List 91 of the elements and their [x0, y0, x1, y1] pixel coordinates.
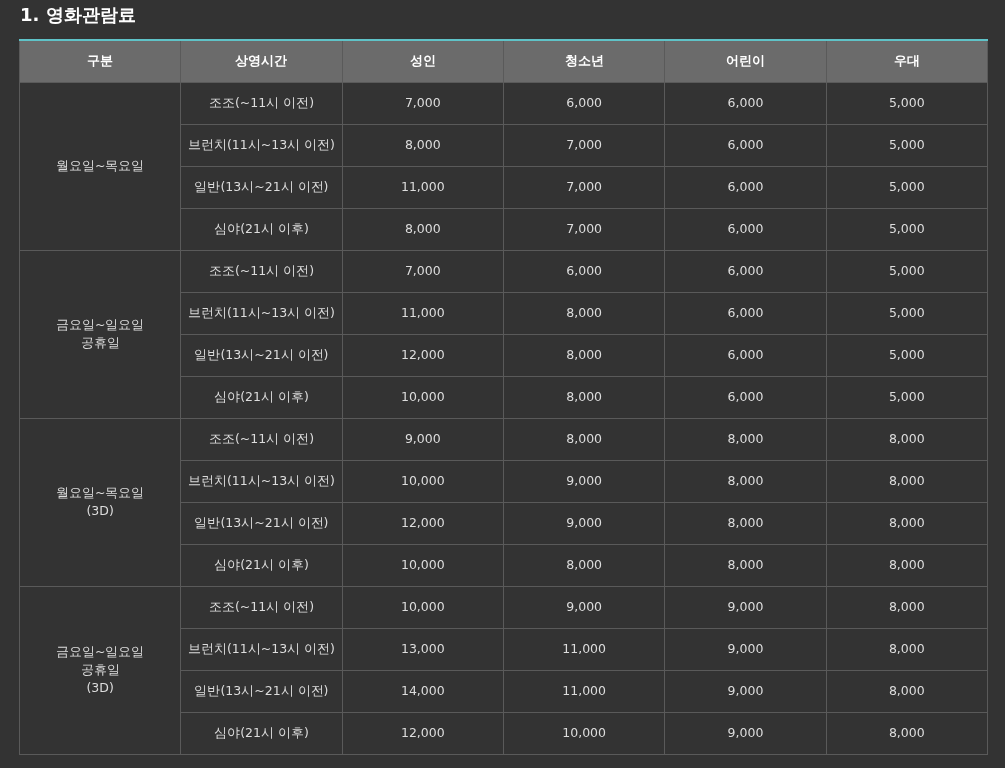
price-cell: 8,000	[826, 502, 988, 544]
price-cell: 10,000	[342, 460, 504, 502]
showtime-cell: 심야(21시 이후)	[180, 376, 343, 418]
price-cell: 8,000	[826, 544, 988, 586]
showtime-cell: 브런치(11시~13시 이전)	[180, 460, 343, 502]
price-cell: 5,000	[826, 208, 988, 250]
showtime-cell: 심야(21시 이후)	[180, 208, 343, 250]
price-cell: 6,000	[503, 250, 665, 292]
price-cell: 8,000	[503, 334, 665, 376]
price-cell: 12,000	[342, 712, 504, 754]
price-cell: 8,000	[826, 460, 988, 502]
price-cell: 5,000	[826, 166, 988, 208]
column-header: 우대	[826, 40, 988, 82]
price-cell: 8,000	[503, 292, 665, 334]
price-cell: 12,000	[342, 334, 504, 376]
price-cell: 5,000	[826, 334, 988, 376]
showtime-cell: 심야(21시 이후)	[180, 712, 343, 754]
price-cell: 11,000	[503, 670, 665, 712]
showtime-cell: 일반(13시~21시 이전)	[180, 670, 343, 712]
price-cell: 11,000	[342, 292, 504, 334]
price-cell: 6,000	[664, 376, 827, 418]
price-cell: 6,000	[503, 82, 665, 124]
showtime-cell: 일반(13시~21시 이전)	[180, 166, 343, 208]
price-cell: 6,000	[664, 208, 827, 250]
price-cell: 5,000	[826, 250, 988, 292]
price-cell: 5,000	[826, 376, 988, 418]
showtime-cell: 일반(13시~21시 이전)	[180, 334, 343, 376]
column-header: 상영시간	[180, 40, 343, 82]
showtime-cell: 조조(~11시 이전)	[180, 586, 343, 628]
price-cell: 7,000	[503, 124, 665, 166]
price-cell: 9,000	[503, 460, 665, 502]
price-cell: 8,000	[503, 376, 665, 418]
price-cell: 6,000	[664, 250, 827, 292]
price-cell: 11,000	[503, 628, 665, 670]
price-cell: 9,000	[503, 502, 665, 544]
price-cell: 8,000	[664, 418, 827, 460]
price-cell: 10,000	[342, 544, 504, 586]
price-cell: 6,000	[664, 166, 827, 208]
price-cell: 14,000	[342, 670, 504, 712]
price-cell: 8,000	[342, 124, 504, 166]
showtime-cell: 브런치(11시~13시 이전)	[180, 628, 343, 670]
price-cell: 10,000	[342, 376, 504, 418]
price-cell: 5,000	[826, 124, 988, 166]
price-cell: 8,000	[826, 418, 988, 460]
day-group-cell: 금요일~일요일 공휴일 (3D)	[19, 586, 181, 754]
price-cell: 11,000	[342, 166, 504, 208]
price-cell: 5,000	[826, 82, 988, 124]
column-header: 청소년	[503, 40, 665, 82]
price-cell: 7,000	[342, 250, 504, 292]
price-cell: 8,000	[826, 628, 988, 670]
showtime-cell: 일반(13시~21시 이전)	[180, 502, 343, 544]
price-cell: 13,000	[342, 628, 504, 670]
price-cell: 8,000	[664, 460, 827, 502]
price-cell: 9,000	[342, 418, 504, 460]
price-cell: 5,000	[826, 292, 988, 334]
price-cell: 8,000	[664, 502, 827, 544]
price-cell: 7,000	[342, 82, 504, 124]
price-cell: 6,000	[664, 334, 827, 376]
showtime-cell: 브런치(11시~13시 이전)	[180, 292, 343, 334]
column-header: 구분	[19, 40, 181, 82]
price-cell: 9,000	[664, 586, 827, 628]
day-group-cell: 월요일~목요일 (3D)	[19, 418, 181, 586]
column-header: 성인	[342, 40, 504, 82]
showtime-cell: 조조(~11시 이전)	[180, 82, 343, 124]
showtime-cell: 조조(~11시 이전)	[180, 418, 343, 460]
price-cell: 6,000	[664, 82, 827, 124]
price-cell: 10,000	[503, 712, 665, 754]
price-cell: 10,000	[342, 586, 504, 628]
column-header: 어린이	[664, 40, 827, 82]
price-cell: 8,000	[826, 712, 988, 754]
price-cell: 9,000	[664, 670, 827, 712]
day-group-cell: 금요일~일요일 공휴일	[19, 250, 181, 418]
price-cell: 12,000	[342, 502, 504, 544]
price-cell: 9,000	[664, 628, 827, 670]
showtime-cell: 심야(21시 이후)	[180, 544, 343, 586]
price-cell: 9,000	[503, 586, 665, 628]
price-cell: 7,000	[503, 208, 665, 250]
price-cell: 8,000	[826, 586, 988, 628]
price-cell: 6,000	[664, 292, 827, 334]
price-cell: 8,000	[826, 670, 988, 712]
price-cell: 8,000	[503, 544, 665, 586]
showtime-cell: 브런치(11시~13시 이전)	[180, 124, 343, 166]
price-cell: 6,000	[664, 124, 827, 166]
section-title: 1. 영화관람료	[20, 3, 137, 27]
showtime-cell: 조조(~11시 이전)	[180, 250, 343, 292]
price-cell: 9,000	[664, 712, 827, 754]
price-cell: 7,000	[503, 166, 665, 208]
price-cell: 8,000	[342, 208, 504, 250]
day-group-cell: 월요일~목요일	[19, 82, 181, 250]
price-cell: 8,000	[503, 418, 665, 460]
price-cell: 8,000	[664, 544, 827, 586]
